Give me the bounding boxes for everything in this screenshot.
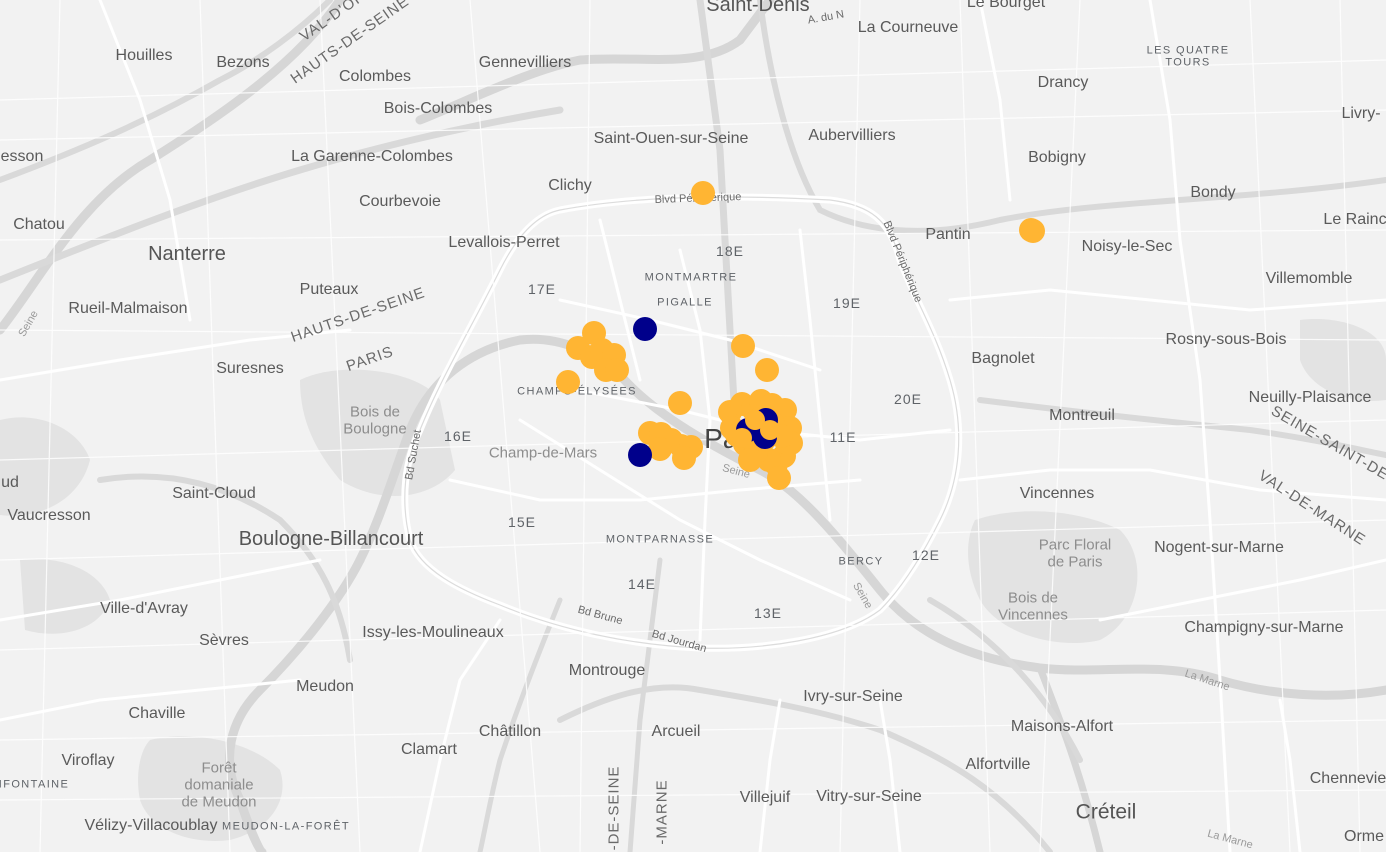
location-marker[interactable] xyxy=(668,391,692,415)
location-marker[interactable] xyxy=(755,358,779,382)
location-marker[interactable] xyxy=(691,181,715,205)
location-marker[interactable] xyxy=(760,420,780,440)
location-marker[interactable] xyxy=(672,446,696,470)
location-marker[interactable] xyxy=(731,334,755,358)
marker-layer[interactable] xyxy=(0,0,1386,852)
location-marker[interactable] xyxy=(556,370,580,394)
map-canvas[interactable]: Saint-Denis Le Bourget La Courneuve Houille… xyxy=(0,0,1386,852)
location-marker[interactable] xyxy=(767,466,791,490)
location-marker[interactable] xyxy=(605,358,629,382)
location-marker[interactable] xyxy=(1021,219,1045,243)
location-marker-alt[interactable] xyxy=(633,317,657,341)
location-marker[interactable] xyxy=(732,428,752,448)
location-marker[interactable] xyxy=(738,448,762,472)
location-marker-alt[interactable] xyxy=(628,443,652,467)
